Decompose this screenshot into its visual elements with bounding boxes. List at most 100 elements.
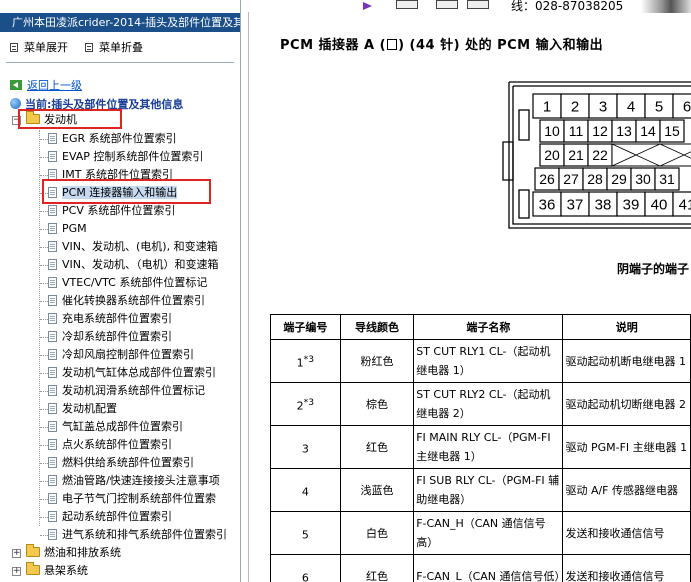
collapse-menu-button[interactable]: 菜单折叠	[85, 38, 143, 58]
tree-item-label: 电子节气门控制系统部件位置索	[62, 492, 216, 505]
title-suffix: ) (44 针) 处的 PCM 输入和输出	[398, 38, 604, 53]
document-icon	[48, 403, 57, 414]
terminal-description: 发送和接收通信信号	[562, 554, 691, 582]
tree-connector	[40, 337, 48, 338]
tree-connector	[40, 373, 48, 374]
pin-number: 30	[635, 171, 651, 187]
pin-row: 36 37 38 39 40 41	[532, 191, 691, 217]
pin-row: 26 27 28 29 30 31	[534, 167, 680, 191]
title-prefix: PCM 插接器 A (	[280, 38, 387, 53]
connector-diagram: 123456 10 11 12 13 14 15 20 21 22 26 27 28 29 30 31 …	[502, 81, 691, 229]
document-icon	[48, 331, 57, 342]
terminal-name: FI SUB RLY CL-（PGM-FI 辅助继电器）	[413, 468, 564, 512]
tree-connector	[40, 283, 48, 284]
back-link-label: 返回上一级	[27, 79, 82, 92]
tree-item-label: 发动机润滑系统部件位置标记	[62, 384, 205, 397]
tree-connector	[40, 445, 48, 446]
pin-number: 4	[627, 98, 635, 115]
expand-menu-label: 菜单展开	[24, 41, 68, 54]
document-icon	[48, 133, 57, 144]
window-title: 广州本田凌派crider-2014-插头及部件位置及其	[0, 13, 240, 32]
tree-item-label: 冷却系统部件位置索引	[62, 330, 172, 343]
pin-number: 38	[595, 196, 612, 213]
tree-item-label: 发动机配置	[62, 402, 117, 415]
wire-color: 白色	[339, 511, 415, 555]
pin-number: 31	[659, 171, 675, 187]
pin-number: 27	[563, 171, 579, 187]
table-row: 1*3 粉红色 ST CUT RLY1 CL-（起动机继电器 1） 驱动起动机断…	[270, 339, 691, 383]
terminal-name: F-CAN_H（CAN 通信信号高）	[413, 511, 564, 555]
empty-pin-cavity	[611, 143, 691, 167]
globe-icon	[10, 98, 21, 109]
expand-toggle-icon[interactable]: +	[12, 549, 21, 558]
terminal-description: 驱动起动机断电继电器 1	[562, 339, 691, 383]
document-icon	[48, 241, 57, 252]
pin-number: 21	[568, 147, 584, 163]
expand-toggle-icon[interactable]: +	[12, 567, 21, 576]
tree-guide-line	[39, 130, 40, 526]
terminal-name: ST CUT RLY2 CL-（起动机继电器 2）	[413, 382, 564, 426]
pin-number: 3	[599, 98, 607, 115]
terminal-name: FI MAIN RLY CL-（PGM-FI 主继电器 1）	[413, 425, 564, 469]
document-icon	[48, 439, 57, 450]
document-icon	[48, 349, 57, 360]
pin-row: 1 2 3 4 5 6	[532, 93, 691, 119]
tree-item-label: EGR 系统部件位置索引	[62, 132, 177, 145]
tree-item-label: 冷却风扇控制部件位置索引	[62, 348, 194, 361]
toolbar-button[interactable]	[396, 0, 418, 9]
pin-number: 1	[543, 98, 551, 115]
terminal-number: 4	[270, 468, 341, 512]
toolbar-button[interactable]	[436, 0, 458, 9]
back-link[interactable]: 返回上一级	[10, 77, 82, 93]
folder-icon	[26, 544, 40, 557]
document-icon	[48, 511, 57, 522]
highlight-box	[42, 179, 211, 204]
play-icon	[363, 2, 372, 10]
pin-number: 13	[616, 123, 632, 139]
pin-number: 2	[571, 98, 579, 115]
highlight-box	[18, 109, 122, 129]
document-icon	[48, 493, 57, 504]
wire-color: 粉红色	[339, 339, 415, 383]
tree-connector	[40, 535, 48, 536]
document-icon	[48, 205, 57, 216]
tree-connector	[40, 157, 48, 158]
tree-connector	[40, 175, 48, 176]
connector-caption: 阴端子的端子	[617, 262, 690, 276]
tree-connector	[40, 409, 48, 410]
wire-color: 浅蓝色	[339, 468, 415, 512]
tree-item-label: VTEC/VTC 系统部件位置标记	[62, 276, 208, 289]
pin-number: 29	[611, 171, 627, 187]
table-row: 6 红色 F-CAN_L（CAN 通信信号低） 发送和接收通信信号	[270, 554, 691, 582]
pin-row: 10 11 12 13 14 15	[539, 119, 685, 143]
tree-item-label: VIN、发动机、(电机), 和变速箱	[62, 240, 218, 253]
wire-color: 红色	[339, 554, 415, 582]
tree-folder-label: 燃油和排放系统	[44, 546, 121, 559]
toolbar-button[interactable]	[467, 0, 489, 9]
tree-connector	[40, 139, 48, 140]
terminal-number: 3	[270, 425, 341, 469]
menu-toolbar: 菜单展开 菜单折叠	[0, 38, 240, 58]
tree-connector	[40, 427, 48, 428]
tree-item-label: 燃料供给系统部件位置索引	[62, 456, 194, 469]
pin-number: 5	[655, 98, 663, 115]
tree-item-label: 充电系统部件位置索引	[62, 312, 172, 325]
pin-number: 12	[592, 123, 608, 139]
pin-number: 26	[539, 171, 555, 187]
table-row: 4 浅蓝色 FI SUB RLY CL-（PGM-FI 辅助继电器） 驱动 A/…	[270, 468, 691, 512]
tree-connector	[40, 499, 48, 500]
tree-folder-label: 悬架系统	[44, 564, 88, 577]
pin-number: 36	[539, 196, 556, 213]
table-row: 3 红色 FI MAIN RLY CL-（PGM-FI 主继电器 1） 驱动 P…	[270, 425, 691, 469]
document-icon	[48, 313, 57, 324]
terminal-description: 驱动起动机切断继电器 2	[562, 382, 691, 426]
column-header: 端子编号	[270, 314, 341, 340]
terminal-number: 6	[270, 554, 341, 582]
expand-menu-button[interactable]: 菜单展开	[10, 38, 68, 58]
left-pane: 广州本田凌派crider-2014-插头及部件位置及其 菜单展开 菜单折叠 返回…	[0, 0, 241, 582]
tree-item-label: PCV 系统部件位置索引	[62, 204, 176, 217]
tree-item-label: 气缸盖总成部件位置索引	[62, 420, 183, 433]
tree-item-label: PGM	[62, 222, 87, 235]
column-header: 端子名称	[413, 314, 564, 340]
document-icon	[48, 421, 57, 432]
